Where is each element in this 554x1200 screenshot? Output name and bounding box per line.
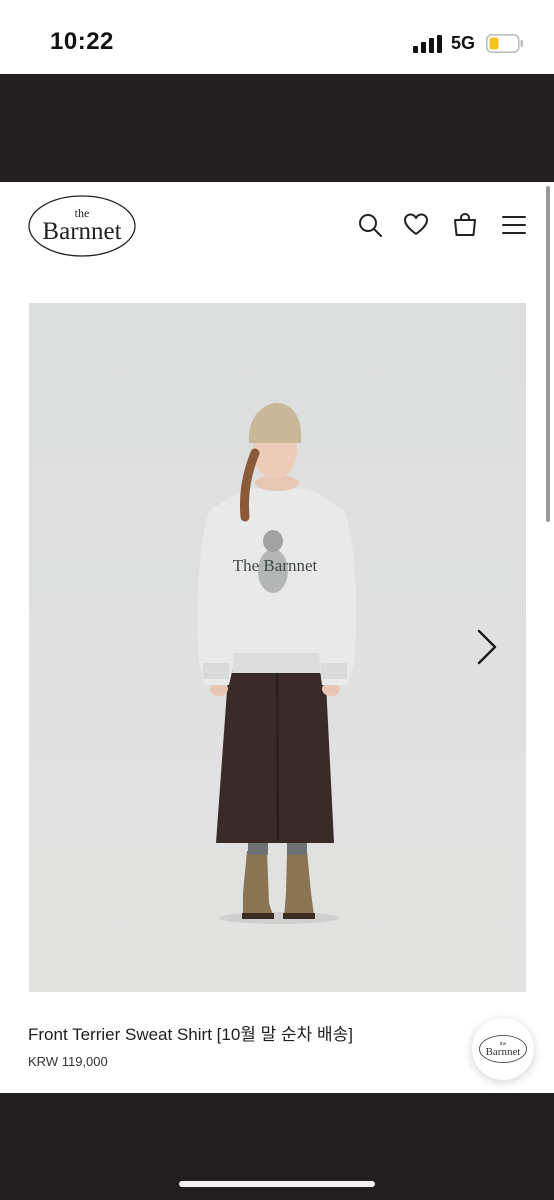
scrollbar-thumb[interactable]	[546, 186, 550, 522]
product-photo: The Barnnet	[29, 303, 526, 992]
signal-bars-icon	[413, 35, 442, 53]
product-price: KRW 119,000	[28, 1054, 108, 1069]
home-indicator[interactable]	[179, 1181, 375, 1187]
floating-brand-logo: the Barnnet	[479, 1035, 527, 1063]
floating-logo-button[interactable]: the Barnnet	[472, 1018, 534, 1080]
chevron-right-icon[interactable]	[471, 627, 501, 667]
site-header: the Barnnet	[0, 182, 554, 280]
product-title[interactable]: Front Terrier Sweat Shirt [10월 말 순차 배송]	[28, 1020, 353, 1045]
photo-print-text: The Barnnet	[233, 556, 318, 575]
search-icon[interactable]	[357, 212, 383, 238]
status-bar: 10:22 5G	[0, 0, 554, 74]
floating-logo-name: Barnnet	[486, 1046, 521, 1058]
status-time: 10:22	[50, 28, 114, 55]
heart-icon[interactable]	[403, 212, 429, 238]
hamburger-menu-icon[interactable]	[501, 212, 527, 238]
battery-low-icon	[486, 34, 523, 53]
product-gallery[interactable]: The Barnnet	[29, 303, 526, 992]
top-overlay-band	[0, 74, 554, 182]
shopping-bag-icon[interactable]	[452, 212, 478, 238]
network-label: 5G	[451, 33, 476, 53]
brand-logo[interactable]: the Barnnet	[27, 194, 137, 258]
logo-name: Barnnet	[42, 218, 121, 245]
